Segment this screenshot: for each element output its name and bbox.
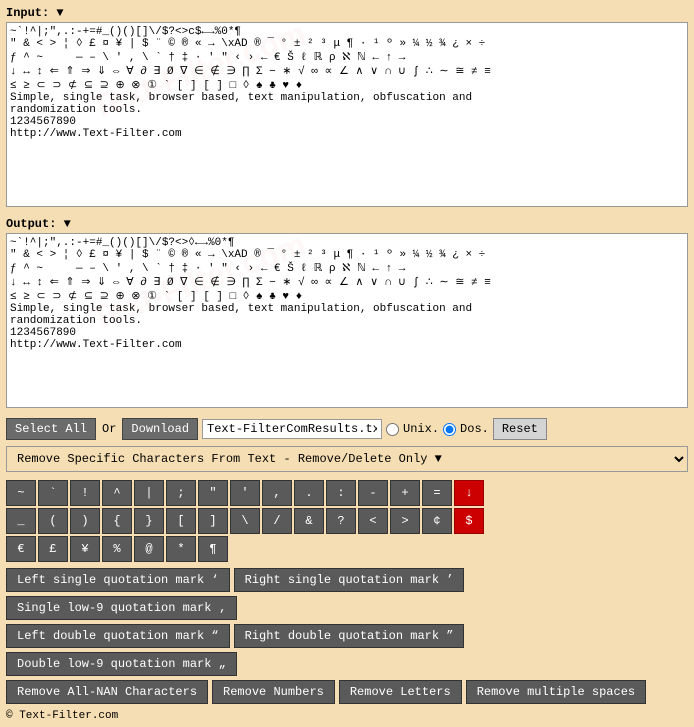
unix-label: Unix. — [403, 422, 439, 436]
char-ampersand[interactable]: & — [294, 508, 324, 534]
char-underscore[interactable]: _ — [6, 508, 36, 534]
dos-radio[interactable] — [443, 423, 456, 436]
char-minus[interactable]: - — [358, 480, 388, 506]
remove-buttons-row: Remove All-NAN Characters Remove Numbers… — [6, 680, 688, 704]
char-equals[interactable]: = — [422, 480, 452, 506]
quote-buttons-row2: Left double quotation mark “ Right doubl… — [6, 624, 688, 676]
char-rparen[interactable]: ) — [70, 508, 100, 534]
output-textarea[interactable]: ~`!^|;",.:-+=#_()()[]\/$?<>◊←→%0*¶ " & <… — [6, 233, 688, 408]
char-quote[interactable]: " — [198, 480, 228, 506]
char-lt[interactable]: < — [358, 508, 388, 534]
char-euro[interactable]: € — [6, 536, 36, 562]
remove-multiple-spaces-button[interactable]: Remove multiple spaces — [466, 680, 646, 704]
char-red-arrow[interactable]: ↓ — [454, 480, 484, 506]
char-lbracket[interactable]: [ — [166, 508, 196, 534]
right-single-quote-button[interactable]: Right single quotation mark ’ — [234, 568, 465, 592]
char-pilcrow[interactable]: ¶ — [198, 536, 228, 562]
char-pipe[interactable]: | — [134, 480, 164, 506]
char-question[interactable]: ? — [326, 508, 356, 534]
reset-button[interactable]: Reset — [493, 418, 547, 440]
footer: © Text-Filter.com — [6, 710, 688, 722]
char-rbrace[interactable]: } — [134, 508, 164, 534]
remove-letters-button[interactable]: Remove Letters — [339, 680, 462, 704]
double-low9-quote-button[interactable]: Double low-9 quotation mark „ — [6, 652, 237, 676]
filter-select-bar: Remove Specific Characters From Text - R… — [6, 446, 688, 472]
char-lparen[interactable]: ( — [38, 508, 68, 534]
dos-label: Dos. — [460, 422, 489, 436]
char-apostrophe[interactable]: ' — [230, 480, 260, 506]
remove-all-nan-button[interactable]: Remove All-NAN Characters — [6, 680, 208, 704]
char-row-2: _ ( ) { } [ ] \ / & ? < > ¢ $ — [6, 508, 688, 534]
line-ending-group: Unix. Dos. — [386, 422, 489, 436]
char-exclaim[interactable]: ! — [70, 480, 100, 506]
char-semicolon[interactable]: ; — [166, 480, 196, 506]
char-dot[interactable]: . — [294, 480, 324, 506]
download-button[interactable]: Download — [122, 418, 198, 440]
char-row-3: € £ ¥ % @ * ¶ — [6, 536, 688, 562]
char-asterisk[interactable]: * — [166, 536, 196, 562]
char-pound[interactable]: £ — [38, 536, 68, 562]
char-dollar-red[interactable]: $ — [454, 508, 484, 534]
char-gt[interactable]: > — [390, 508, 420, 534]
left-double-quote-button[interactable]: Left double quotation mark “ — [6, 624, 230, 648]
char-colon[interactable]: : — [326, 480, 356, 506]
input-label: Input: ▼ — [6, 6, 688, 20]
output-label: Output: ▼ — [6, 217, 688, 231]
char-slash[interactable]: / — [262, 508, 292, 534]
quote-buttons-row1: Left single quotation mark ‘ Right singl… — [6, 568, 688, 620]
remove-numbers-button[interactable]: Remove Numbers — [212, 680, 335, 704]
char-cent[interactable]: ¢ — [422, 508, 452, 534]
char-row-1: ~ ` ! ^ | ; " ' , . : - + = ↓ — [6, 480, 688, 506]
char-yen[interactable]: ¥ — [70, 536, 100, 562]
char-backtick[interactable]: ` — [38, 480, 68, 506]
char-lbrace[interactable]: { — [102, 508, 132, 534]
single-low9-quote-button[interactable]: Single low-9 quotation mark ‚ — [6, 596, 237, 620]
char-tilde[interactable]: ~ — [6, 480, 36, 506]
action-toolbar: Select All Or Download Unix. Dos. Reset — [6, 418, 688, 440]
or-label: Or — [100, 422, 118, 436]
char-plus[interactable]: + — [390, 480, 420, 506]
filename-input[interactable] — [202, 419, 382, 439]
right-double-quote-button[interactable]: Right double quotation mark ” — [234, 624, 465, 648]
char-percent[interactable]: % — [102, 536, 132, 562]
char-caret[interactable]: ^ — [102, 480, 132, 506]
char-grid: ~ ` ! ^ | ; " ' , . : - + = ↓ _ ( ) { } … — [6, 480, 688, 562]
footer-text: © Text-Filter.com — [6, 710, 118, 722]
select-all-button[interactable]: Select All — [6, 418, 96, 440]
char-comma[interactable]: , — [262, 480, 292, 506]
char-at[interactable]: @ — [134, 536, 164, 562]
left-single-quote-button[interactable]: Left single quotation mark ‘ — [6, 568, 230, 592]
char-rbracket[interactable]: ] — [198, 508, 228, 534]
unix-radio[interactable] — [386, 423, 399, 436]
input-textarea[interactable]: ~`!^|;",.:-+=#_()()[]\/$?<>c$←→%0*¶ " & … — [6, 22, 688, 207]
filter-select[interactable]: Remove Specific Characters From Text - R… — [6, 446, 688, 472]
char-backslash[interactable]: \ — [230, 508, 260, 534]
